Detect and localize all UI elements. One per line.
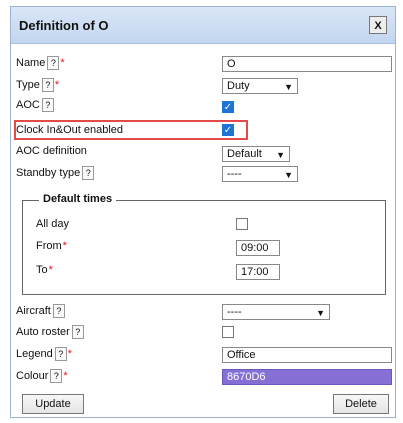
from-row: From*	[36, 237, 67, 255]
default-times-title: Default times	[39, 193, 117, 205]
type-label: Type	[16, 79, 40, 91]
aircraft-value: ----	[227, 306, 242, 318]
aoc-checkbox[interactable]: ✓	[222, 101, 234, 113]
all-day-checkbox[interactable]	[236, 218, 248, 230]
colour-label: Colour	[16, 370, 49, 382]
close-button[interactable]: X	[369, 16, 387, 34]
aoc-definition-label: AOC definition	[16, 145, 87, 157]
standby-type-select[interactable]: ---- ▼	[222, 166, 298, 182]
all-day-label: All day	[36, 218, 70, 230]
chevron-down-icon: ▼	[284, 82, 293, 92]
colour-input[interactable]: 8670D6	[222, 369, 392, 385]
clock-in-out-row: Clock In&Out enabled	[16, 121, 123, 139]
required-marker: *	[63, 370, 68, 382]
clock-in-out-label: Clock In&Out enabled	[16, 124, 124, 136]
aircraft-row: Aircraft?	[16, 302, 65, 320]
required-marker: *	[62, 240, 67, 252]
required-marker: *	[54, 79, 60, 91]
colour-row: Colour? *	[16, 367, 68, 385]
dialog-titlebar: Definition of O X	[11, 7, 395, 44]
help-icon[interactable]: ?	[52, 304, 65, 319]
update-button[interactable]: Update	[22, 394, 84, 414]
auto-roster-checkbox[interactable]	[222, 326, 234, 338]
chevron-down-icon: ▼	[316, 308, 325, 318]
standby-type-label: Standby type	[16, 167, 81, 179]
to-row: To*	[36, 261, 53, 279]
required-marker: *	[67, 348, 72, 360]
name-label: Name	[16, 57, 46, 69]
chevron-down-icon: ▼	[284, 170, 293, 180]
required-marker: *	[48, 264, 53, 276]
help-icon[interactable]: ?	[50, 369, 63, 384]
clock-in-out-checkbox[interactable]: ✓	[222, 124, 234, 136]
aoc-row: AOC?	[16, 96, 54, 114]
help-icon[interactable]: ?	[41, 98, 54, 113]
aircraft-select[interactable]: ---- ▼	[222, 304, 330, 320]
from-label: From	[36, 240, 62, 252]
name-row: Name? *	[16, 54, 65, 72]
to-label: To	[36, 264, 48, 276]
aoc-definition-row: AOC definition	[16, 142, 87, 160]
aircraft-label: Aircraft	[16, 305, 51, 317]
type-select-value: Duty	[227, 80, 250, 92]
delete-button[interactable]: Delete	[333, 394, 389, 414]
help-icon[interactable]: ?	[71, 325, 84, 340]
standby-type-value: ----	[227, 168, 242, 180]
aoc-definition-select[interactable]: Default ▼	[222, 146, 290, 162]
legend-label: Legend	[16, 348, 53, 360]
help-icon[interactable]: ?	[54, 347, 67, 362]
aoc-definition-value: Default	[227, 148, 262, 160]
name-input[interactable]: O	[222, 56, 392, 72]
type-select[interactable]: Duty ▼	[222, 78, 298, 94]
required-marker: *	[60, 57, 65, 69]
dialog-title: Definition of O	[19, 18, 109, 33]
all-day-row: All day	[36, 215, 69, 233]
auto-roster-label: Auto roster	[16, 326, 70, 338]
legend-row: Legend? *	[16, 345, 72, 363]
type-row: Type? *	[16, 76, 59, 94]
help-icon[interactable]: ?	[41, 78, 54, 93]
chevron-down-icon: ▼	[276, 150, 285, 160]
default-times-fieldset: Default times	[22, 193, 386, 295]
standby-type-row: Standby type?	[16, 164, 95, 182]
from-time-input[interactable]: 09:00	[236, 240, 280, 256]
auto-roster-row: Auto roster?	[16, 323, 84, 341]
aoc-label: AOC	[16, 99, 40, 111]
legend-input[interactable]: Office	[222, 347, 392, 363]
help-icon[interactable]: ?	[82, 166, 95, 181]
to-time-input[interactable]: 17:00	[236, 264, 280, 280]
help-icon[interactable]: ?	[47, 56, 60, 71]
